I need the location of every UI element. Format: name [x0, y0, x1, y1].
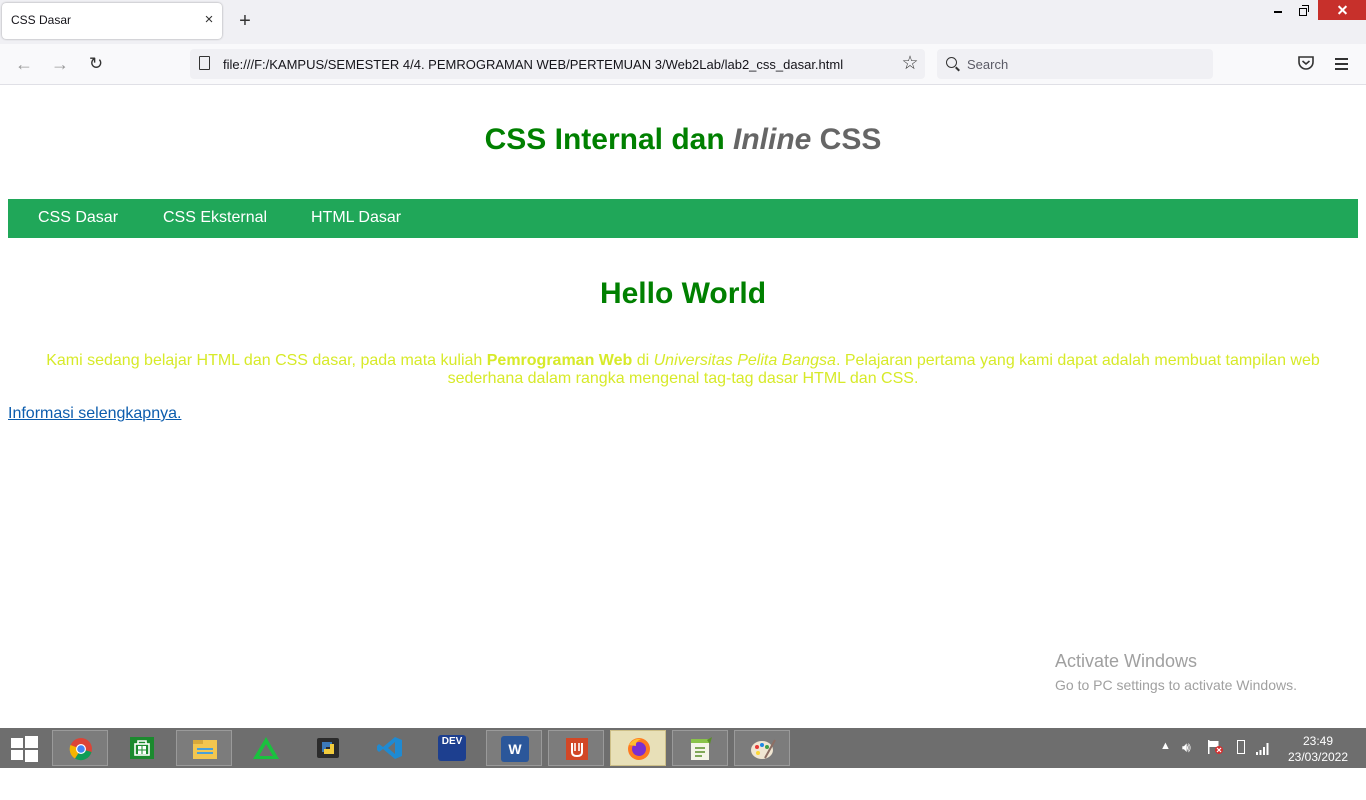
acrobat-icon	[566, 738, 588, 760]
search-placeholder: Search	[967, 57, 1009, 72]
pocket-icon[interactable]	[1296, 53, 1316, 73]
tab-title: CSS Dasar	[11, 13, 72, 27]
window-close-icon[interactable]	[1318, 0, 1366, 20]
windows-start-icon[interactable]	[8, 736, 40, 762]
more-info-link[interactable]: Informasi selengkapnya.	[8, 405, 181, 423]
window-restore-icon[interactable]	[1290, 0, 1316, 22]
page-title: CSS Internal dan Inline CSS	[0, 123, 1366, 157]
word-label: W	[508, 741, 522, 757]
vscode-icon	[377, 737, 402, 759]
para-bold: Pemrograman Web	[486, 352, 633, 369]
screen-bottom-area	[0, 768, 1366, 800]
close-tab-icon[interactable]: ×	[198, 9, 220, 31]
page-title-main: CSS Internal dan	[484, 123, 733, 156]
action-center-flag-icon[interactable]	[1207, 740, 1223, 754]
para-text-2: di	[632, 352, 654, 369]
taskbar-file-explorer[interactable]	[176, 730, 232, 766]
taskbar-notepadpp[interactable]	[672, 730, 728, 766]
reload-icon[interactable]: ↻	[82, 52, 110, 76]
taskbar-vscode[interactable]	[362, 730, 418, 766]
taskbar-acrobat[interactable]	[548, 730, 604, 766]
firefox-icon	[628, 738, 650, 760]
search-icon	[946, 57, 957, 68]
intro-paragraph: Kami sedang belajar HTML dan CSS dasar, …	[8, 352, 1358, 388]
file-explorer-icon	[193, 740, 217, 759]
para-text-1: Kami sedang belajar HTML dan CSS dasar, …	[46, 352, 487, 369]
address-bar-url[interactable]: file:///F:/KAMPUS/SEMESTER 4/4. PEMROGRA…	[223, 57, 843, 72]
browser-tab-css-dasar[interactable]: CSS Dasar ×	[2, 3, 222, 39]
hamburger-menu-icon[interactable]	[1332, 54, 1352, 74]
hello-heading: Hello World	[599, 277, 767, 310]
word-icon: W	[501, 736, 529, 762]
address-bar[interactable]: file:///F:/KAMPUS/SEMESTER 4/4. PEMROGRA…	[190, 49, 925, 79]
page-icon	[199, 56, 210, 70]
site-menu-bar: CSS Dasar CSS Eksternal HTML Dasar	[8, 199, 1358, 238]
taskbar-paint[interactable]	[734, 730, 790, 766]
windows-taskbar: DEV W ▲ 🔊︎ 23:49 23/03/2022	[0, 728, 1366, 768]
chrome-icon	[69, 738, 92, 761]
devcpp-label: DEV	[441, 736, 463, 747]
taskbar-python[interactable]	[300, 730, 356, 766]
activate-windows-title: Activate Windows	[1055, 651, 1198, 671]
sublime-green-icon	[253, 737, 279, 759]
taskbar-store[interactable]	[114, 730, 170, 766]
page-content: CSS Internal dan Inline CSS CSS Dasar CS…	[0, 85, 1366, 728]
activate-windows-subtitle: Go to PC settings to activate Windows.	[1055, 677, 1297, 693]
notepadpp-icon	[691, 737, 712, 760]
window-minimize-icon[interactable]	[1264, 0, 1290, 22]
store-icon	[130, 737, 154, 759]
clock-time[interactable]: 23:49	[1290, 734, 1346, 748]
taskbar-devcpp[interactable]: DEV	[424, 730, 480, 766]
taskbar-word[interactable]: W	[486, 730, 542, 766]
new-tab-icon[interactable]: +	[233, 9, 257, 33]
para-italic: Universitas Pelita Bangsa	[653, 352, 836, 369]
signal-icon[interactable]	[1255, 741, 1271, 755]
browser-toolbar: ← → ↻ file:///F:/KAMPUS/SEMESTER 4/4. PE…	[0, 44, 1366, 85]
menu-link-css-eksternal[interactable]: CSS Eksternal	[163, 209, 267, 227]
devcpp-icon: DEV	[438, 735, 466, 761]
clock-date[interactable]: 23/03/2022	[1284, 750, 1352, 764]
search-input[interactable]: Search	[937, 49, 1213, 79]
paint-icon	[751, 739, 776, 759]
taskbar-sublime-green[interactable]	[238, 730, 294, 766]
bookmark-star-icon[interactable]: ☆	[898, 52, 922, 76]
taskbar-chrome[interactable]	[52, 730, 108, 766]
menu-link-html-dasar[interactable]: HTML Dasar	[311, 209, 401, 227]
browser-tab-bar: CSS Dasar × +	[0, 0, 1366, 44]
page-title-italic: Inline	[733, 123, 812, 156]
back-arrow-icon[interactable]: ←	[10, 52, 38, 76]
forward-arrow-icon[interactable]: →	[46, 52, 74, 76]
python-icon	[317, 738, 339, 758]
taskbar-firefox[interactable]	[610, 730, 666, 766]
page-title-tail: CSS	[811, 123, 882, 156]
battery-icon[interactable]	[1237, 740, 1245, 754]
menu-link-css-dasar[interactable]: CSS Dasar	[38, 209, 118, 227]
